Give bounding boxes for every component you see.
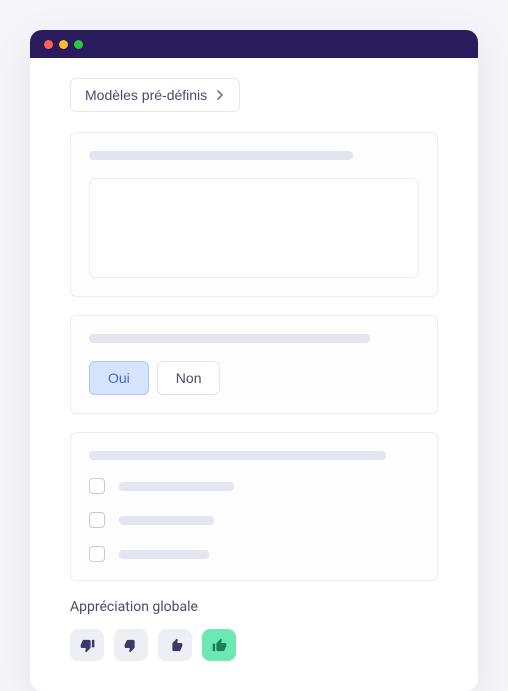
window-maximize-icon[interactable]	[74, 40, 83, 49]
yes-button[interactable]: Oui	[89, 361, 149, 395]
checkbox-label-placeholder	[119, 516, 214, 525]
checkbox-option-3	[89, 546, 419, 562]
window-minimize-icon[interactable]	[59, 40, 68, 49]
thumbs-down-icon	[124, 638, 139, 653]
checkbox-input[interactable]	[89, 546, 105, 562]
rating-section: Appréciation globale	[70, 599, 438, 661]
thumbs-down-icon	[80, 638, 95, 653]
yesno-group: Oui Non	[89, 361, 419, 395]
question-placeholder	[89, 334, 370, 343]
text-answer-input[interactable]	[89, 178, 419, 278]
chevron-right-icon	[215, 90, 225, 100]
thumbs-up-icon	[168, 638, 183, 653]
checkbox-input[interactable]	[89, 512, 105, 528]
window: Modèles pré-définis Oui Non	[30, 30, 478, 691]
yesno-question-card: Oui Non	[70, 315, 438, 414]
rating-thumbs-up[interactable]	[158, 629, 192, 661]
rating-buttons	[70, 629, 438, 661]
content-area: Modèles pré-définis Oui Non	[30, 58, 478, 691]
templates-dropdown[interactable]: Modèles pré-définis	[70, 78, 240, 112]
rating-title: Appréciation globale	[70, 599, 438, 615]
text-question-card	[70, 132, 438, 297]
checkbox-label-placeholder	[119, 482, 234, 491]
checkbox-input[interactable]	[89, 478, 105, 494]
title-bar	[30, 30, 478, 58]
templates-dropdown-label: Modèles pré-définis	[85, 87, 207, 103]
checkbox-option-2	[89, 512, 419, 528]
rating-thumbs-up-strong[interactable]	[202, 629, 236, 661]
thumbs-up-icon	[212, 638, 227, 653]
checkbox-question-card	[70, 432, 438, 581]
rating-thumbs-down-strong[interactable]	[70, 629, 104, 661]
no-button[interactable]: Non	[157, 361, 221, 395]
question-placeholder	[89, 151, 353, 160]
question-placeholder	[89, 451, 386, 460]
checkbox-label-placeholder	[119, 550, 209, 559]
window-close-icon[interactable]	[44, 40, 53, 49]
rating-thumbs-down[interactable]	[114, 629, 148, 661]
checkbox-option-1	[89, 478, 419, 494]
